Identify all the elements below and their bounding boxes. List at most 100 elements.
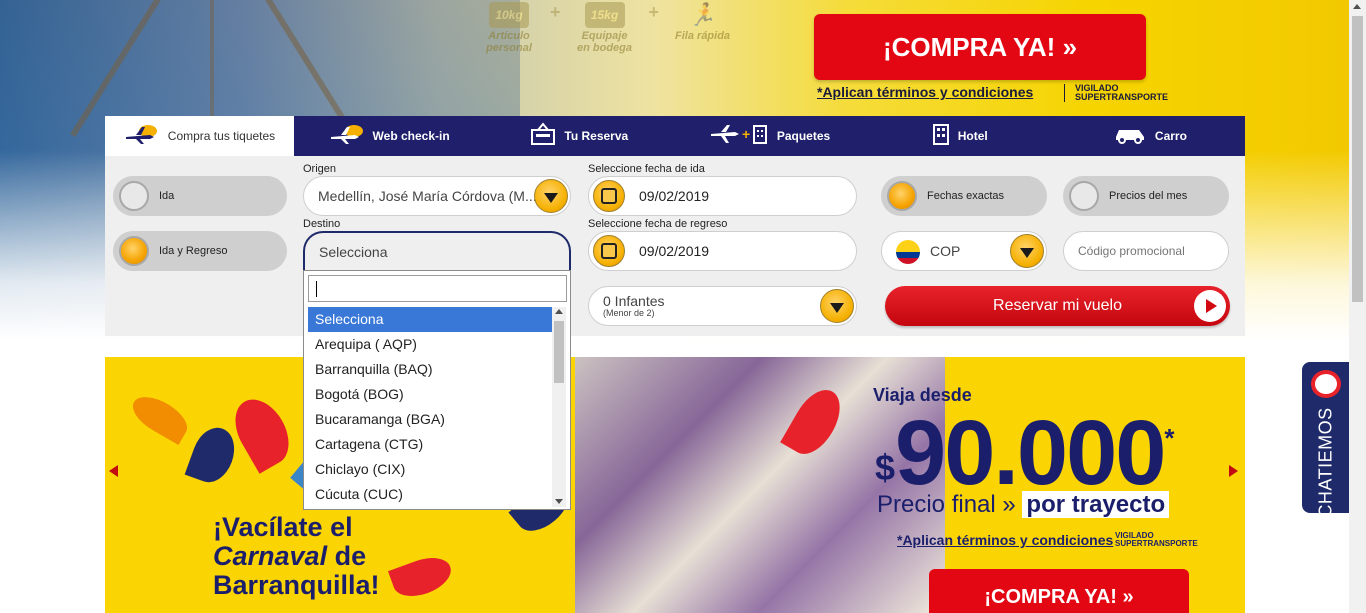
tab-hotel[interactable]: Hotel — [865, 116, 1055, 156]
fechas-exactas-option[interactable]: Fechas exactas — [881, 176, 1047, 216]
banner-title: ¡Vacílate el Carnaval de Barranquilla! — [213, 513, 380, 600]
chevron-down-icon[interactable] — [1010, 234, 1044, 268]
chat-bubble-icon — [1311, 370, 1341, 398]
origen-select[interactable]: Medellín, José María Córdova (M... — [303, 176, 571, 216]
chat-widget[interactable]: CHATIEMOS — [1302, 362, 1350, 517]
page-scrollbar[interactable] — [1349, 0, 1366, 613]
dropdown-search-input[interactable] — [308, 275, 567, 302]
decor-petal — [387, 550, 457, 604]
dropdown-option[interactable]: Chiclayo (CIX) — [308, 457, 552, 482]
radio-unchecked-icon — [119, 181, 149, 211]
title-text: de — [327, 541, 367, 571]
tab-web-checkin[interactable]: Web check-in — [294, 116, 484, 156]
tab-label: Tu Reserva — [564, 129, 629, 143]
colombia-flag-icon — [896, 240, 920, 264]
tab-carro[interactable]: Carro — [1055, 116, 1245, 156]
price: $ 90.000 * — [875, 407, 1175, 499]
runner-icon: 🏃 — [688, 2, 717, 27]
decor-petal — [184, 421, 242, 489]
svg-text:+: + — [742, 126, 750, 142]
fecha-ida-value: 09/02/2019 — [639, 188, 710, 204]
dropdown-option[interactable]: Arequipa ( AQP) — [308, 332, 552, 357]
vigilado-logo: VIGILADO SUPERTRANSPORTE — [1115, 531, 1198, 548]
radio-unchecked-icon — [1069, 181, 1099, 211]
destino-label: Destino — [303, 218, 341, 230]
radio-checked-icon — [119, 236, 149, 266]
reservation-icon — [530, 121, 556, 151]
plus-icon: + — [550, 2, 561, 22]
carousel-next-icon[interactable] — [1229, 465, 1238, 477]
benefit-fast-line: 🏃 Fila rápida — [675, 0, 730, 54]
chat-label: CHATIEMOS — [1315, 406, 1336, 518]
benefit-label: Artículo personal — [486, 30, 532, 54]
fecha-regreso-value: 09/02/2019 — [639, 243, 710, 259]
price-currency: $ — [875, 447, 896, 488]
benefit-label: Equipaje en bodega — [577, 30, 633, 54]
tab-paquetes[interactable]: + Paquetes — [674, 116, 864, 156]
building-icon — [932, 123, 950, 150]
play-icon — [1194, 290, 1226, 322]
infantes-select[interactable]: 0 Infantes (Menor de 2) — [588, 286, 857, 326]
vigilado-logo: VIGILADO SUPERTRANSPORTE — [1064, 84, 1168, 102]
por-trayecto-text: por trayecto — [1022, 491, 1170, 518]
plane-cloud-icon — [329, 123, 365, 150]
tab-compra-tiquetes[interactable]: Compra tus tiquetes — [105, 116, 294, 156]
scrollbar-thumb[interactable] — [554, 321, 564, 383]
chevron-down-icon[interactable] — [820, 289, 854, 323]
scroll-up-icon[interactable] — [1353, 4, 1361, 9]
benefit-checked-bag: 15kg Equipaje en bodega — [577, 0, 633, 54]
dropdown-option[interactable]: Selecciona — [308, 307, 552, 332]
title-line: Barranquilla! — [213, 570, 380, 600]
carousel-prev-icon[interactable] — [109, 465, 118, 477]
currency-select[interactable]: COP — [881, 231, 1047, 271]
tab-label: Web check-in — [372, 129, 450, 143]
plane-building-icon: + — [709, 123, 769, 150]
dropdown-scrollbar[interactable] — [552, 307, 566, 507]
reservar-vuelo-button[interactable]: Reservar mi vuelo — [885, 286, 1230, 326]
calendar-icon[interactable] — [593, 235, 625, 267]
scroll-up-icon[interactable] — [555, 309, 563, 314]
bag-10kg-icon: 10kg — [489, 2, 529, 28]
fecha-ida-label: Seleccione fecha de ida — [588, 163, 705, 175]
dropdown-option[interactable]: Bogotá (BOG) — [308, 382, 552, 407]
radio-label: Fechas exactas — [927, 190, 1005, 202]
baggage-benefits: 10kg Artículo personal + 15kg Equipaje e… — [484, 0, 730, 54]
precio-final-label: Precio final » por trayecto — [877, 491, 1170, 519]
promo-code-input[interactable] — [1063, 231, 1229, 271]
infantes-value: 0 Infantes — [603, 293, 665, 309]
radio-checked-icon — [887, 181, 917, 211]
origen-label: Origen — [303, 163, 337, 175]
fecha-regreso-input[interactable]: 09/02/2019 — [588, 231, 857, 271]
fecha-regreso-label: Seleccione fecha de regreso — [588, 218, 728, 230]
scrollbar-thumb[interactable] — [1352, 16, 1363, 302]
trip-type-ida-regreso[interactable]: Ida y Regreso — [113, 231, 287, 271]
buy-now-button[interactable]: ¡COMPRA YA! » — [929, 569, 1189, 613]
benefit-label: Fila rápida — [675, 30, 731, 42]
promo-banner[interactable]: ¡Vacílate el Carnaval de Barranquilla! V… — [105, 357, 1245, 613]
booking-tabs: Compra tus tiquetes Web check-in Tu Rese… — [105, 116, 1245, 156]
dropdown-option[interactable]: Bucaramanga (BGA) — [308, 407, 552, 432]
infantes-sub: (Menor de 2) — [603, 308, 655, 318]
dropdown-option[interactable]: Cúcuta (CUC) — [308, 482, 552, 507]
title-line: Carnaval de — [213, 542, 380, 571]
terms-link[interactable]: *Aplican términos y condiciones — [817, 84, 1033, 100]
tab-label: Hotel — [957, 129, 988, 143]
chevron-down-icon[interactable] — [534, 179, 568, 213]
calendar-icon[interactable] — [593, 180, 625, 212]
destino-select[interactable]: Selecciona — [303, 231, 571, 271]
dropdown-option[interactable]: Barranquilla (BAQ) — [308, 357, 552, 382]
terms-link[interactable]: *Aplican términos y condiciones — [897, 532, 1113, 548]
page: 10kg Artículo personal + 15kg Equipaje e… — [0, 0, 1366, 613]
scroll-down-icon[interactable] — [555, 499, 563, 504]
buy-now-button[interactable]: ¡COMPRA YA! » — [814, 14, 1146, 80]
fecha-ida-input[interactable]: 09/02/2019 — [588, 176, 857, 216]
destino-options: Selecciona Arequipa ( AQP) Barranquilla … — [308, 307, 552, 507]
dropdown-option[interactable]: Cartagena (CTG) — [308, 432, 552, 457]
tab-label: Paquetes — [776, 129, 831, 143]
title-emphasis: Carnaval — [213, 541, 328, 571]
decor-petal — [224, 390, 300, 474]
currency-value: COP — [930, 243, 961, 259]
tab-tu-reserva[interactable]: Tu Reserva — [484, 116, 674, 156]
precios-mes-option[interactable]: Precios del mes — [1063, 176, 1229, 216]
trip-type-ida[interactable]: Ida — [113, 176, 287, 216]
